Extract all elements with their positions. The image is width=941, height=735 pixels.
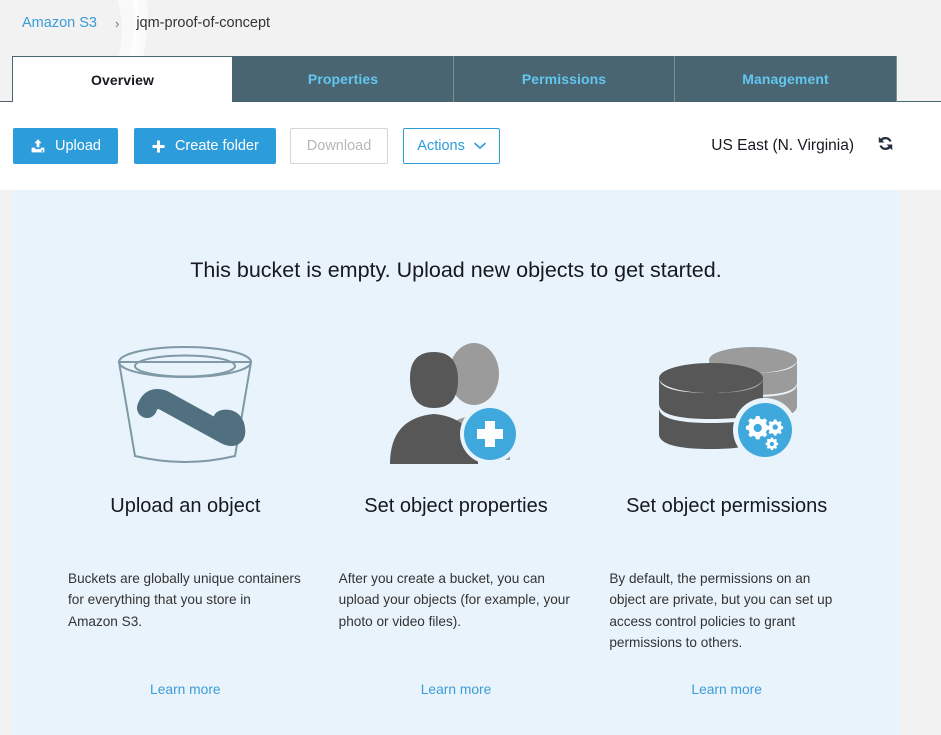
users-add-icon bbox=[331, 335, 582, 480]
learn-more-link-upload[interactable]: Learn more bbox=[60, 682, 311, 697]
card-title-set-object-properties: Set object properties bbox=[364, 495, 548, 517]
database-gears-icon bbox=[601, 335, 852, 480]
tab-properties[interactable]: Properties bbox=[233, 56, 454, 102]
actions-button-label: Actions bbox=[417, 138, 465, 154]
card-body-upload-an-object: Buckets are globally unique containers f… bbox=[68, 571, 301, 629]
tab-permissions[interactable]: Permissions bbox=[454, 56, 675, 102]
card-upload-an-object: Upload an object Buckets are globally un… bbox=[50, 335, 321, 697]
empty-bucket-panel: This bucket is empty. Upload new objects… bbox=[12, 190, 900, 735]
card-title-set-object-permissions: Set object permissions bbox=[626, 495, 828, 517]
empty-state-title: This bucket is empty. Upload new objects… bbox=[190, 258, 722, 282]
plus-icon bbox=[151, 139, 166, 154]
card-body-set-object-properties: After you create a bucket, you can uploa… bbox=[338, 571, 570, 629]
chevron-down-icon bbox=[474, 142, 486, 150]
upload-button[interactable]: Upload bbox=[13, 128, 118, 164]
bucket-icon bbox=[60, 335, 311, 480]
breadcrumb-link-amazon-s3[interactable]: Amazon S3 bbox=[22, 15, 97, 31]
upload-button-label: Upload bbox=[55, 138, 101, 154]
breadcrumb-current-bucket: jqm-proof-of-concept bbox=[136, 15, 271, 31]
upload-icon bbox=[30, 138, 46, 154]
breadcrumb: Amazon S3 › jqm-proof-of-concept bbox=[0, 0, 941, 46]
region-label: US East (N. Virginia) bbox=[711, 137, 854, 154]
tab-bar: Overview Properties Permissions Manageme… bbox=[0, 56, 941, 102]
learn-more-link-permissions[interactable]: Learn more bbox=[601, 682, 852, 697]
breadcrumb-separator-icon: › bbox=[114, 15, 120, 31]
card-set-object-properties: Set object properties After you create a… bbox=[321, 335, 592, 697]
actions-dropdown-button[interactable]: Actions bbox=[403, 128, 500, 164]
create-folder-button-label: Create folder bbox=[174, 138, 259, 154]
tab-bar-trailing-space bbox=[897, 56, 941, 102]
feature-cards: Upload an object Buckets are globally un… bbox=[12, 335, 900, 697]
learn-more-link-properties[interactable]: Learn more bbox=[331, 682, 582, 697]
tab-overview[interactable]: Overview bbox=[12, 56, 233, 102]
toolbar: Upload Create folder Download Actions US… bbox=[0, 102, 941, 190]
card-set-object-permissions: Set object permissions By default, the p… bbox=[591, 335, 862, 697]
card-body-set-object-permissions: By default, the permissions on an object… bbox=[609, 571, 833, 651]
card-title-upload-an-object: Upload an object bbox=[110, 495, 261, 517]
refresh-icon bbox=[876, 134, 895, 158]
tab-bar-lead-spacer bbox=[0, 56, 12, 102]
download-button: Download bbox=[289, 128, 389, 164]
tab-management[interactable]: Management bbox=[675, 56, 897, 102]
refresh-button[interactable] bbox=[876, 134, 895, 158]
create-folder-button[interactable]: Create folder bbox=[133, 128, 276, 164]
